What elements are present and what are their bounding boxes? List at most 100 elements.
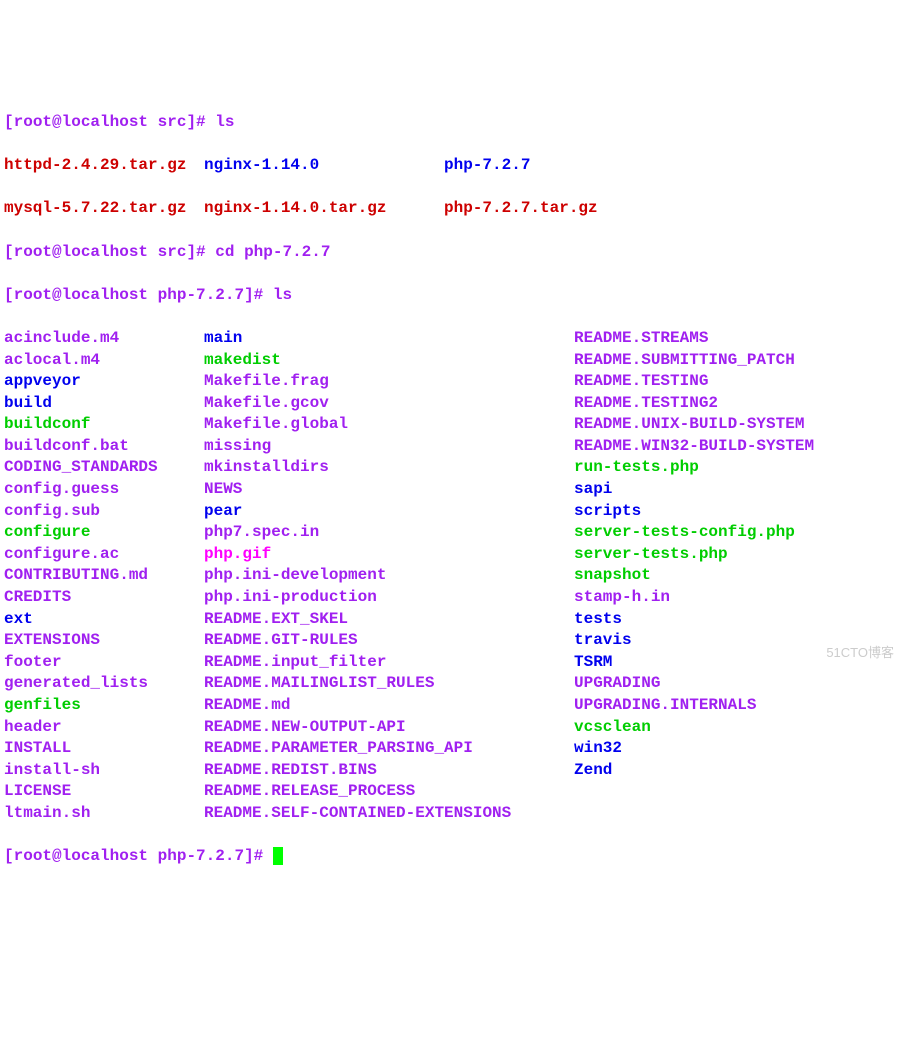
list-row: CREDITSphp.ini-productionstamp-h.in [4, 587, 898, 609]
prompt-bracket-close: ]# [244, 847, 273, 865]
list-item: INSTALL [4, 739, 71, 757]
list-item: php.gif [204, 545, 271, 563]
list-row: extREADME.EXT_SKELtests [4, 609, 898, 631]
cursor-icon [273, 847, 283, 865]
list-item: README.PARAMETER_PARSING_API [204, 739, 473, 757]
prompt-user-host: root@localhost [14, 113, 148, 131]
list-row: generated_listsREADME.MAILINGLIST_RULESU… [4, 673, 898, 695]
list-row: LICENSE README.RELEASE_PROCESS [4, 781, 898, 803]
prompt-line-2: [root@localhost src]# cd php-7.2.7 [4, 242, 898, 264]
ls-row-1: httpd-2.4.29.tar.gz nginx-1.14.0 php-7.2.7 [4, 155, 898, 177]
list-item: Makefile.global [204, 415, 348, 433]
list-item: buildconf.bat [4, 437, 129, 455]
list-row: headerREADME.NEW-OUTPUT-APIvcsclean [4, 717, 898, 739]
list-item: configure.ac [4, 545, 119, 563]
prompt-bracket-open: [ [4, 113, 14, 131]
list-item: Makefile.frag [204, 372, 329, 390]
ls-row-2: mysql-5.7.22.tar.gz nginx-1.14.0.tar.gz ph… [4, 198, 898, 220]
list-row: INSTALL README.PARAMETER_PARSING_API win32 [4, 738, 898, 760]
list-row: footer README.input_filter TSRM [4, 652, 898, 674]
file-mysql-tar: mysql-5.7.22.tar.gz [4, 199, 186, 217]
list-item: win32 [574, 739, 622, 757]
list-item: missing [204, 437, 271, 455]
list-item: CREDITS [4, 588, 71, 606]
list-item: TSRM [574, 653, 612, 671]
prompt-line-3: [root@localhost php-7.2.7]# ls [4, 285, 898, 307]
watermark-text: 51CTO博客 [826, 644, 894, 662]
prompt-bracket-open: [ [4, 847, 14, 865]
list-item: sapi [574, 480, 612, 498]
list-item: stamp-h.in [574, 588, 670, 606]
prompt-user-host: root@localhost [14, 286, 148, 304]
list-row: buildconf.batmissingREADME.WIN32-BUILD-S… [4, 436, 898, 458]
list-item: mkinstalldirs [204, 458, 329, 476]
list-item: CONTRIBUTING.md [4, 566, 148, 584]
list-item: Zend [574, 761, 612, 779]
file-httpd-tar: httpd-2.4.29.tar.gz [4, 156, 186, 174]
list-item: configure [4, 523, 90, 541]
prompt-bracket-close: ]# [186, 243, 215, 261]
list-item: README.SUBMITTING_PATCH [574, 351, 795, 369]
list-item: README.md [204, 696, 290, 714]
list-item: php7.spec.in [204, 523, 319, 541]
prompt-dir: src [158, 113, 187, 131]
list-row: acinclude.m4 main README.STREAMS [4, 328, 898, 350]
list-item: genfiles [4, 696, 81, 714]
list-item: acinclude.m4 [4, 329, 119, 347]
list-item: server-tests.php [574, 545, 728, 563]
prompt-user-host: root@localhost [14, 243, 148, 261]
directory-listing: acinclude.m4 main README.STREAMS aclocal.m4… [4, 328, 898, 825]
list-row: ltmain.shREADME.SELF-CONTAINED-EXTENSION… [4, 803, 898, 825]
list-row: aclocal.m4makedistREADME.SUBMITTING_PATC… [4, 350, 898, 372]
list-item: README.TESTING2 [574, 394, 718, 412]
list-item: header [4, 718, 62, 736]
dir-nginx: nginx-1.14.0 [204, 156, 319, 174]
list-item: appveyor [4, 372, 81, 390]
list-row: genfiles README.md UPGRADING.INTERNALS [4, 695, 898, 717]
list-item: config.guess [4, 480, 119, 498]
list-item: buildconf [4, 415, 90, 433]
prompt-dir: php-7.2.7 [158, 286, 244, 304]
list-row: configure.ac php.gif server-tests.php [4, 544, 898, 566]
list-item: main [204, 329, 242, 347]
list-item: server-tests-config.php [574, 523, 795, 541]
list-item: install-sh [4, 761, 100, 779]
list-item: footer [4, 653, 62, 671]
list-item: README.NEW-OUTPUT-API [204, 718, 406, 736]
list-item: README.RELEASE_PROCESS [204, 782, 415, 800]
file-php-tar: php-7.2.7.tar.gz [444, 199, 598, 217]
command-ls: ls [215, 113, 234, 131]
list-item: EXTENSIONS [4, 631, 100, 649]
list-item: snapshot [574, 566, 651, 584]
list-item: generated_lists [4, 674, 148, 692]
prompt-bracket-close: ]# [244, 286, 273, 304]
list-item: README.GIT-RULES [204, 631, 358, 649]
list-row: CONTRIBUTING.md php.ini-development snapsh… [4, 565, 898, 587]
list-item: README.STREAMS [574, 329, 708, 347]
list-item: php.ini-development [204, 566, 386, 584]
command-ls: ls [273, 286, 292, 304]
list-row: buildconf Makefile.global README.UNIX-BUIL… [4, 414, 898, 436]
list-item: config.sub [4, 502, 100, 520]
prompt-bracket-close: ]# [186, 113, 215, 131]
dir-php: php-7.2.7 [444, 156, 530, 174]
prompt-bracket-open: [ [4, 286, 14, 304]
list-row: EXTENSIONSREADME.GIT-RULEStravis [4, 630, 898, 652]
list-row: install-sh README.REDIST.BINS Zend [4, 760, 898, 782]
list-item: README.TESTING [574, 372, 708, 390]
prompt-line-1: [root@localhost src]# ls [4, 112, 898, 134]
list-item: README.EXT_SKEL [204, 610, 348, 628]
file-nginx-tar: nginx-1.14.0.tar.gz [204, 199, 386, 217]
list-item: UPGRADING.INTERNALS [574, 696, 756, 714]
list-item: LICENSE [4, 782, 71, 800]
list-row: config.guessNEWSsapi [4, 479, 898, 501]
list-item: build [4, 394, 52, 412]
list-item: README.input_filter [204, 653, 386, 671]
list-item: README.REDIST.BINS [204, 761, 377, 779]
list-item: Makefile.gcov [204, 394, 329, 412]
list-row: configure php7.spec.in server-tests-config… [4, 522, 898, 544]
prompt-line-4[interactable]: [root@localhost php-7.2.7]# [4, 846, 898, 868]
list-item: README.SELF-CONTAINED-EXTENSIONS [204, 804, 511, 822]
list-item: README.MAILINGLIST_RULES [204, 674, 434, 692]
list-item: README.UNIX-BUILD-SYSTEM [574, 415, 804, 433]
